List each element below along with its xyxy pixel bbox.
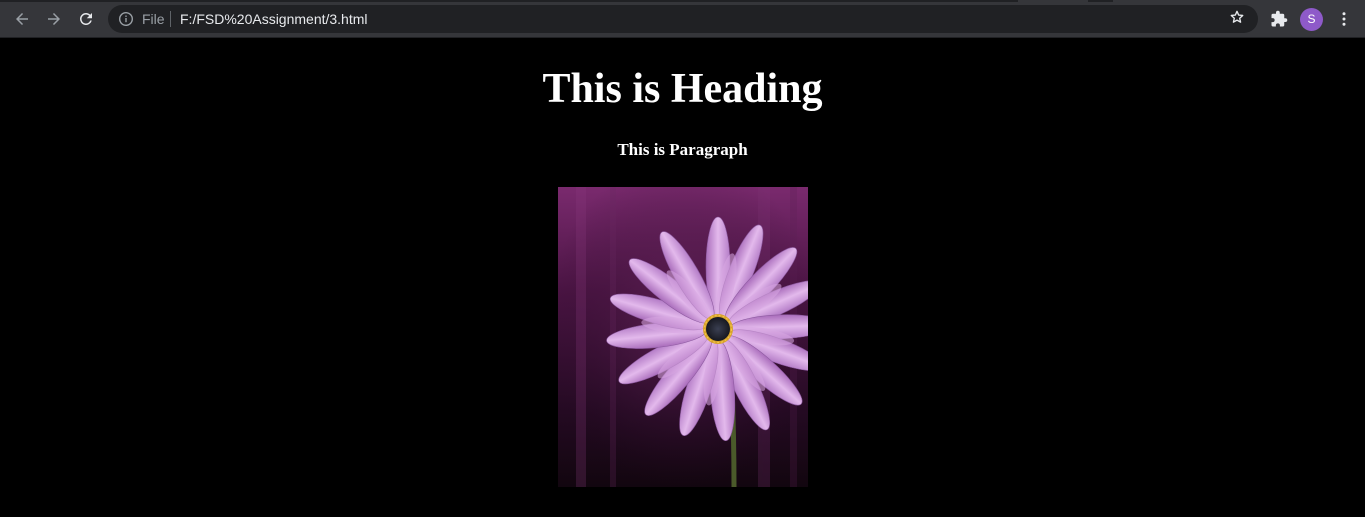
back-arrow-icon [13, 10, 31, 28]
info-icon[interactable] [118, 11, 134, 27]
bookmark-star-button[interactable] [1226, 9, 1248, 29]
forward-arrow-icon [45, 10, 63, 28]
star-icon [1229, 9, 1245, 30]
reload-button[interactable] [72, 5, 100, 33]
url-text[interactable]: F:/FSD%20Assignment/3.html [180, 10, 368, 28]
extensions-button[interactable] [1265, 5, 1293, 33]
reload-icon [77, 10, 95, 28]
page-viewport: This is Heading This is Paragraph [0, 38, 1365, 517]
page-heading: This is Heading [542, 66, 823, 112]
tab-strip-edge [0, 0, 1018, 2]
browser-toolbar: File F:/FSD%20Assignment/3.html S [0, 0, 1365, 38]
flower-image [558, 187, 808, 487]
page-paragraph: This is Paragraph [617, 140, 748, 159]
address-bar[interactable]: File F:/FSD%20Assignment/3.html [108, 5, 1258, 33]
forward-button[interactable] [40, 5, 68, 33]
more-vert-icon [1335, 10, 1353, 28]
profile-avatar[interactable]: S [1300, 8, 1323, 31]
scheme-label: File [142, 11, 165, 27]
menu-button[interactable] [1330, 5, 1358, 33]
back-button[interactable] [8, 5, 36, 33]
puzzle-icon [1270, 10, 1288, 28]
omnibox-divider [170, 11, 171, 27]
tab-strip-edge [1088, 0, 1113, 2]
